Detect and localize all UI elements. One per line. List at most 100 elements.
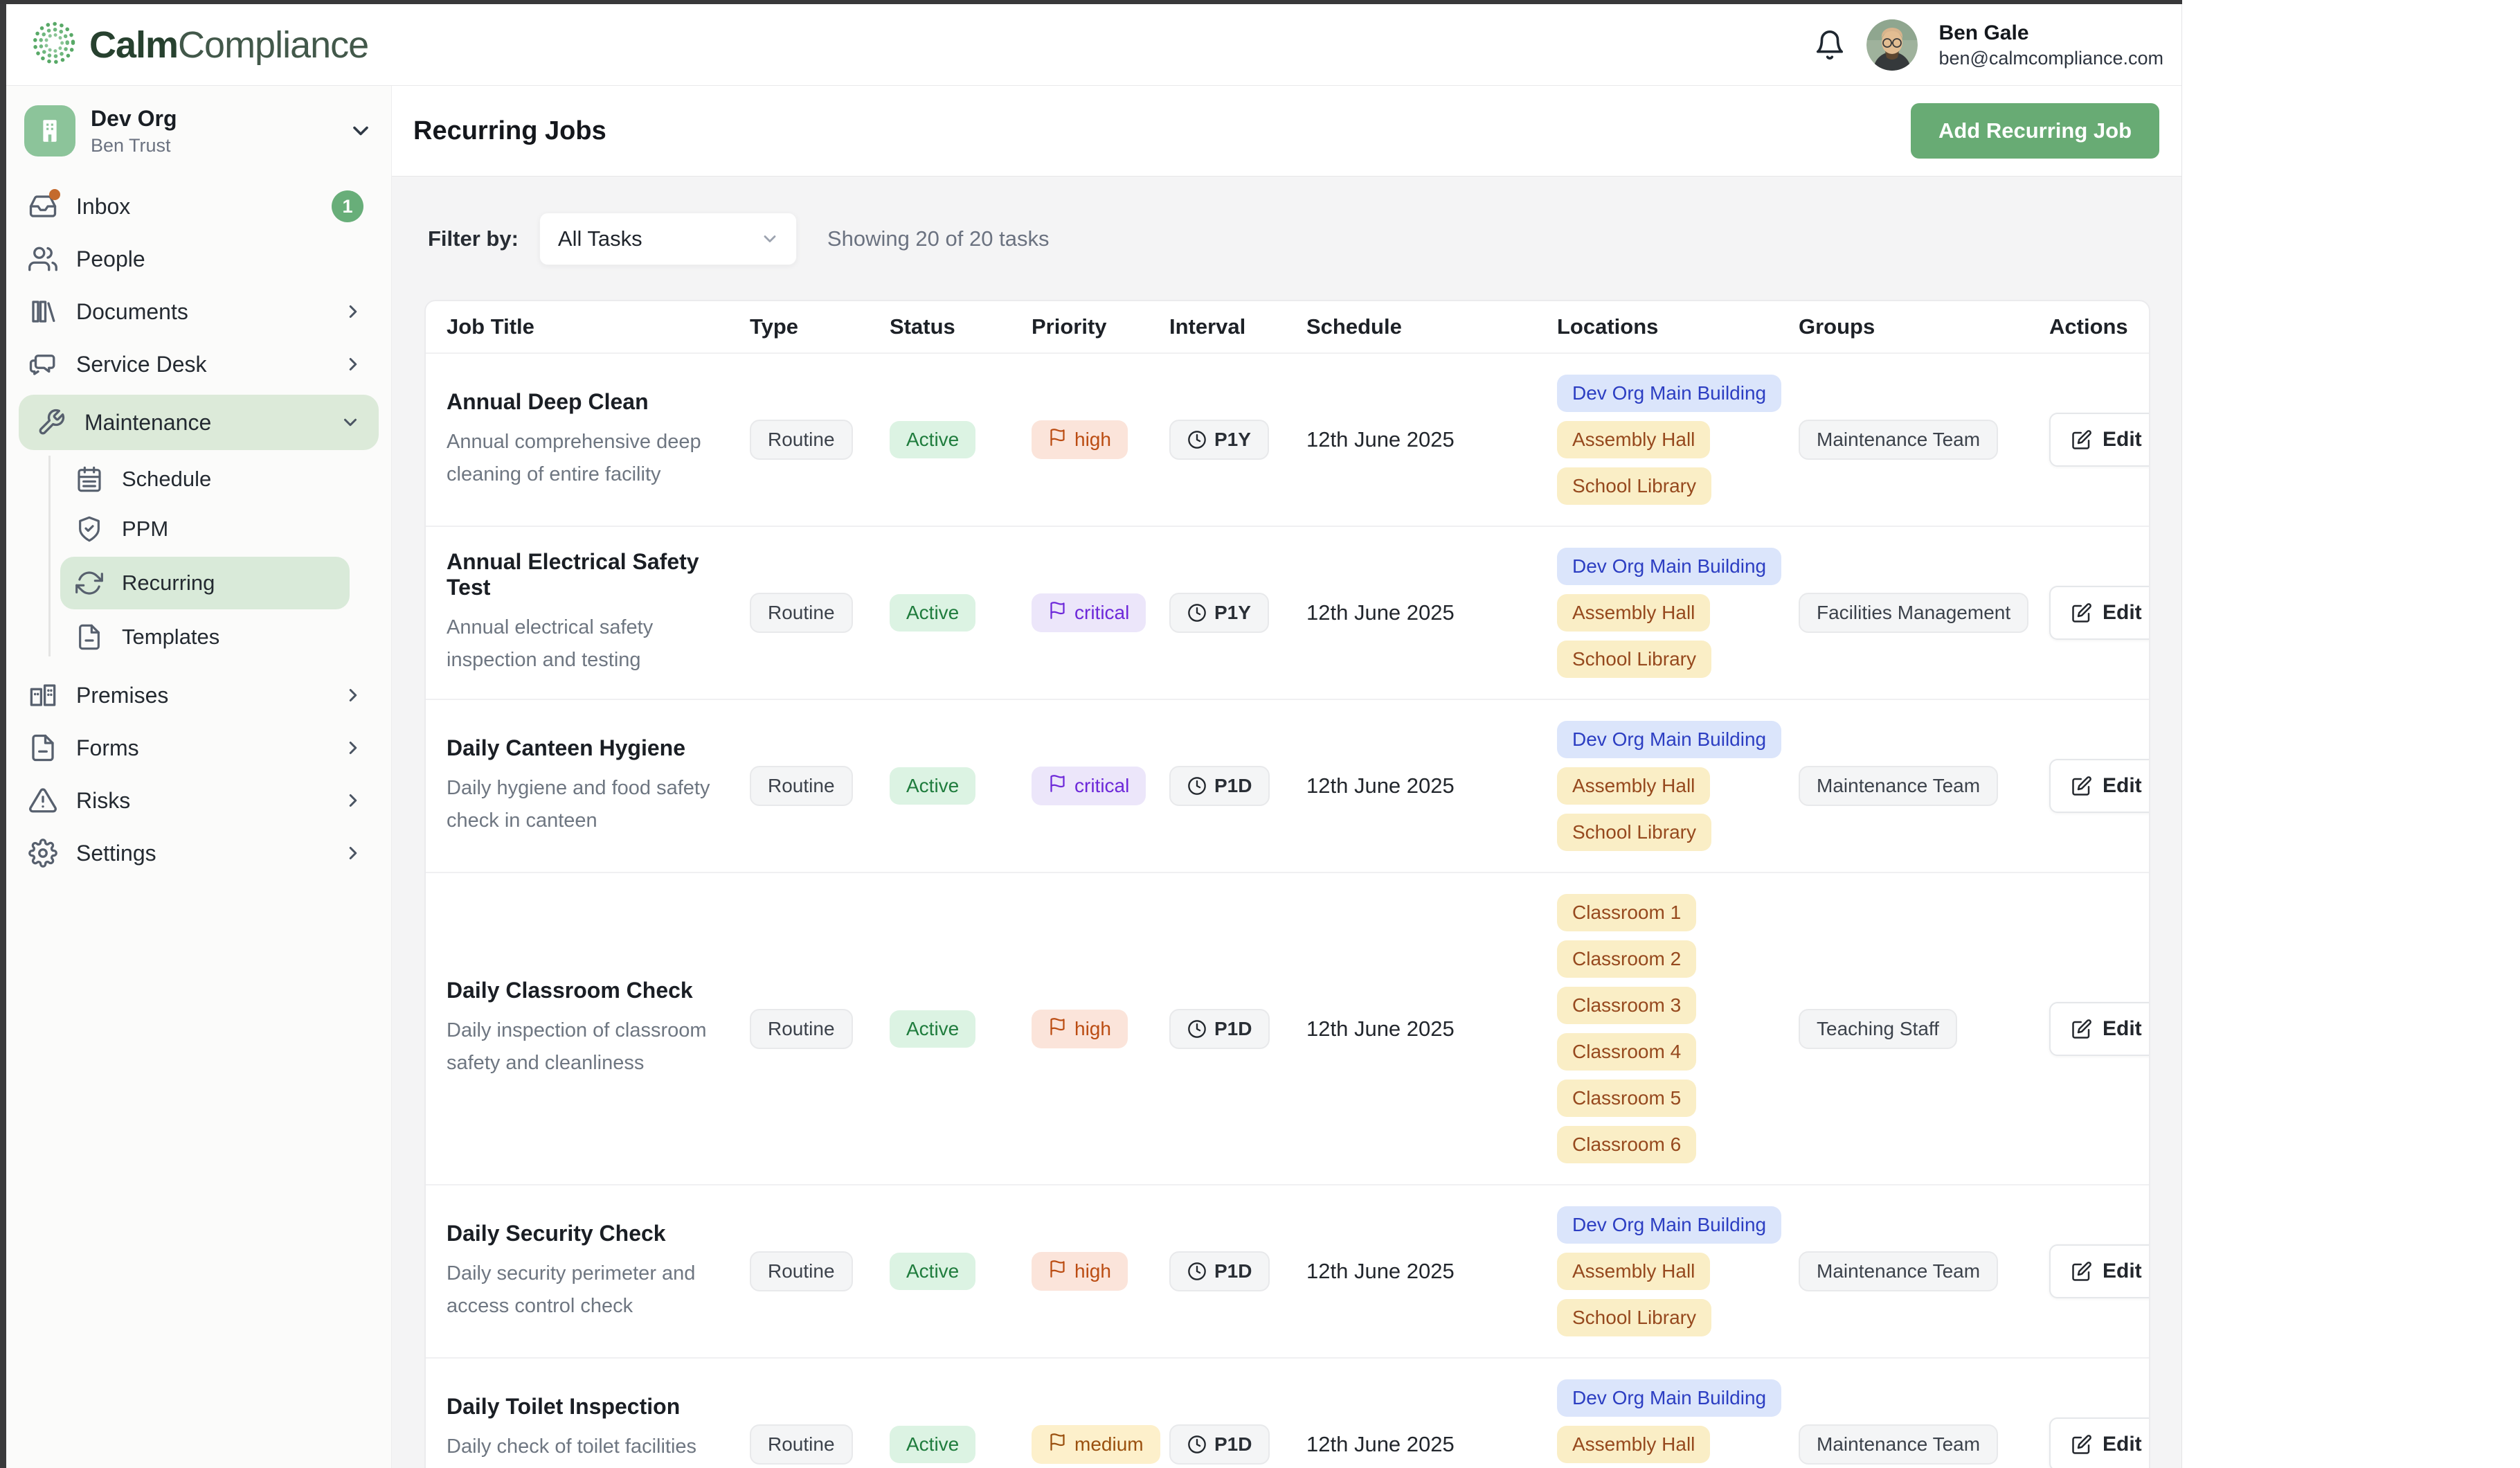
priority-cell: high [1014, 1252, 1151, 1291]
add-recurring-job-button[interactable]: Add Recurring Job [1911, 103, 2159, 159]
flag-icon [1048, 1433, 1067, 1456]
type-pill: Routine [750, 420, 853, 460]
job-description: Daily security perimeter and access cont… [447, 1257, 727, 1323]
status-pill: Active [890, 767, 975, 805]
clock-icon [1187, 430, 1207, 449]
job-title: Daily Toilet Inspection [447, 1394, 732, 1420]
edit-button[interactable]: Edit [2049, 586, 2150, 640]
sidebar-item-forms[interactable]: Forms [6, 722, 391, 774]
user-block[interactable]: Ben Gale ben@calmcompliance.com [1938, 21, 2163, 69]
clock-icon [1187, 1435, 1207, 1454]
status-pill: Active [890, 594, 975, 632]
sidebar-item-recurring[interactable]: Recurring [60, 557, 350, 609]
sidebar-item-service-desk[interactable]: Service Desk [6, 338, 391, 391]
type-pill: Routine [750, 766, 853, 806]
sidebar-item-ppm[interactable]: PPM [6, 504, 391, 554]
sidebar-item-inbox[interactable]: Inbox 1 [6, 180, 391, 233]
location-pill: Classroom 5 [1557, 1080, 1696, 1117]
sidebar-item-settings[interactable]: Settings [6, 827, 391, 879]
edit-button[interactable]: Edit [2049, 759, 2150, 813]
sidebar-item-label: Forms [76, 735, 139, 761]
risks-icon [28, 786, 57, 815]
location-pill: School Library [1557, 1299, 1711, 1336]
priority-label: high [1074, 1260, 1111, 1282]
inbox-unread-dot [49, 189, 60, 200]
settings-icon [28, 839, 57, 868]
status-cell: Active [872, 767, 1014, 805]
org-switcher[interactable]: Dev Org Ben Trust [24, 105, 373, 156]
status-cell: Active [872, 1010, 1014, 1048]
flag-icon [1048, 774, 1067, 798]
interval-label: P1D [1214, 1433, 1252, 1456]
type-pill: Routine [750, 1009, 853, 1049]
status-pill: Active [890, 421, 975, 458]
filter-select[interactable]: All Tasks [539, 213, 797, 265]
type-cell: Routine [732, 766, 872, 806]
status-cell: Active [872, 594, 1014, 632]
bell-icon[interactable] [1814, 29, 1846, 61]
window-top-strip [0, 0, 2182, 4]
interval-cell: P1D [1151, 1009, 1288, 1049]
edit-button[interactable]: Edit [2049, 1002, 2150, 1056]
priority-cell: high [1014, 420, 1151, 459]
sidebar-item-documents[interactable]: Documents [6, 285, 391, 338]
interval-pill: P1Y [1169, 593, 1269, 633]
sidebar-item-risks[interactable]: Risks [6, 774, 391, 827]
schedule-date: 12th June 2025 [1288, 773, 1539, 798]
actions-cell: Edit [2031, 413, 2150, 467]
actions-cell: Edit [2031, 1417, 2150, 1468]
interval-pill: P1D [1169, 1009, 1270, 1049]
sidebar-item-premises[interactable]: Premises [6, 669, 391, 722]
location-pill: Dev Org Main Building [1557, 375, 1781, 412]
edit-icon [2071, 602, 2092, 623]
sidebar-item-label: People [76, 247, 145, 272]
edit-button-label: Edit [2103, 1433, 2142, 1456]
column-header: Actions [2031, 314, 2150, 339]
sidebar-item-people[interactable]: People [6, 233, 391, 285]
locations-cell: Classroom 1Classroom 2Classroom 3Classro… [1539, 894, 1781, 1163]
status-cell: Active [872, 1253, 1014, 1290]
location-pill: Assembly Hall [1557, 767, 1710, 805]
clock-icon [1187, 776, 1207, 796]
job-title: Annual Electrical Safety Test [447, 549, 732, 600]
people-icon [28, 244, 57, 274]
sidebar-item-templates[interactable]: Templates [6, 612, 391, 662]
chevron-down-icon [760, 229, 780, 249]
column-header: Locations [1539, 314, 1781, 339]
type-cell: Routine [732, 1009, 872, 1049]
locations-cell: Dev Org Main BuildingAssembly HallSchool… [1539, 1379, 1781, 1468]
location-pill: Classroom 6 [1557, 1126, 1696, 1163]
status-pill: Active [890, 1426, 975, 1463]
location-pill: School Library [1557, 641, 1711, 678]
priority-pill: critical [1032, 593, 1146, 632]
groups-cell: Maintenance Team [1781, 766, 2031, 806]
edit-button[interactable]: Edit [2049, 1244, 2150, 1298]
schedule-date: 12th June 2025 [1288, 1432, 1539, 1457]
column-header: Type [732, 314, 872, 339]
table-row: Daily Security Check Daily security peri… [426, 1184, 2149, 1357]
edit-button[interactable]: Edit [2049, 1417, 2150, 1468]
sidebar: Dev Org Ben Trust Inbox 1 People Docu [6, 86, 392, 1468]
group-pill: Maintenance Team [1799, 1424, 1998, 1465]
location-pill: Classroom 4 [1557, 1033, 1696, 1071]
location-pill: School Library [1557, 814, 1711, 851]
filter-label: Filter by: [428, 226, 519, 251]
group-pill: Maintenance Team [1799, 766, 1998, 806]
priority-cell: critical [1014, 593, 1151, 632]
groups-cell: Maintenance Team [1781, 1424, 2031, 1465]
sidebar-item-maintenance[interactable]: Maintenance [19, 395, 379, 450]
sidebar-item-schedule[interactable]: Schedule [6, 454, 391, 504]
topbar: CalmCompliance Ben Gale ben@c [6, 4, 2181, 86]
job-cell: Daily Security Check Daily security peri… [426, 1221, 732, 1323]
avatar[interactable] [1866, 19, 1918, 71]
edit-button-label: Edit [2103, 601, 2142, 625]
group-pill: Teaching Staff [1799, 1009, 1957, 1049]
groups-cell: Maintenance Team [1781, 420, 2031, 460]
job-description: Daily inspection of classroom safety and… [447, 1014, 727, 1080]
priority-label: critical [1074, 602, 1129, 624]
priority-cell: medium [1014, 1425, 1151, 1464]
clock-icon [1187, 1262, 1207, 1281]
edit-button[interactable]: Edit [2049, 413, 2150, 467]
interval-cell: P1Y [1151, 593, 1288, 633]
recurring-icon [75, 569, 103, 597]
